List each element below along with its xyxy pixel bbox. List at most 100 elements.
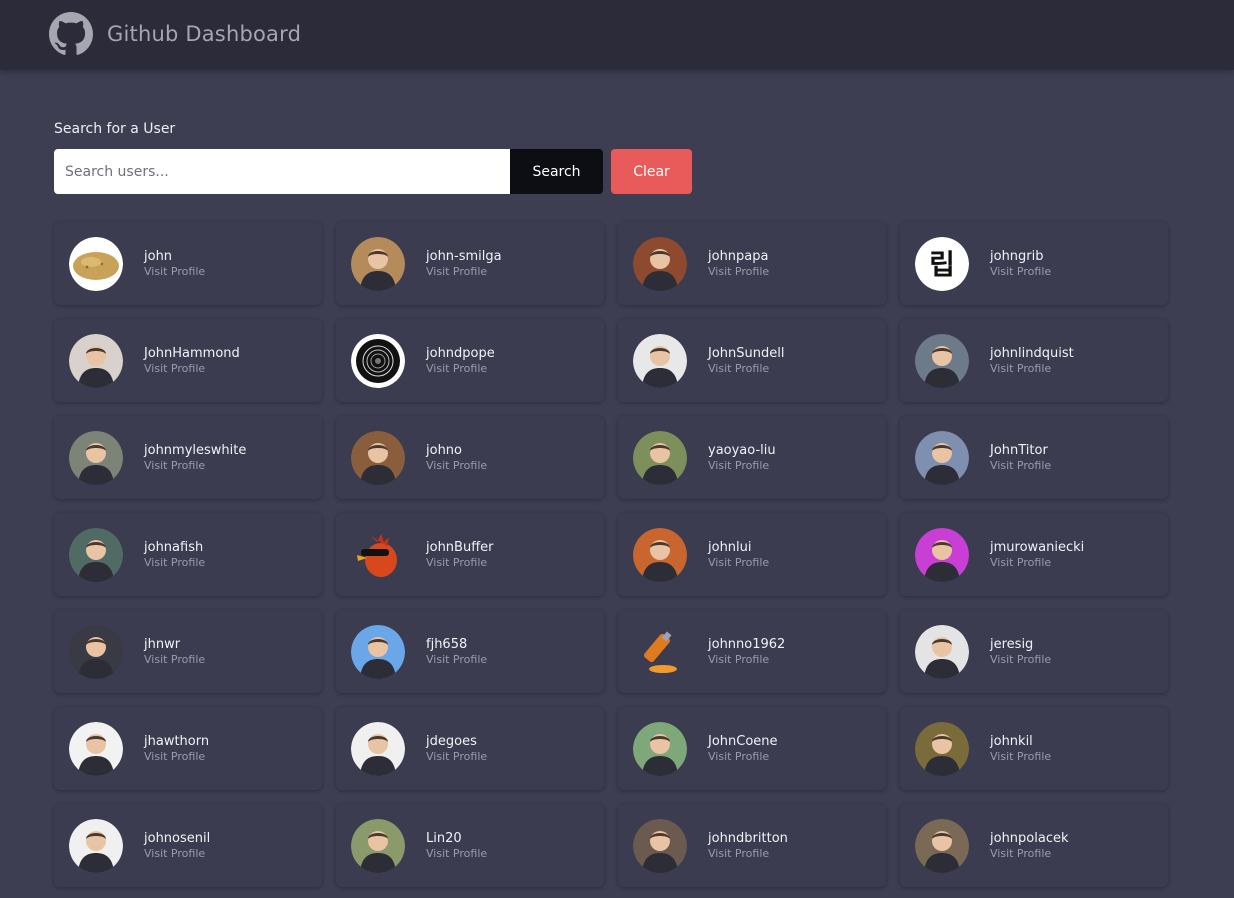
user-card: johnpapa Visit Profile bbox=[618, 222, 886, 305]
user-card: john Visit Profile bbox=[54, 222, 322, 305]
user-login: johngrib bbox=[990, 248, 1044, 264]
user-card: jhnwr Visit Profile bbox=[54, 610, 322, 693]
visit-profile-link[interactable]: Visit Profile bbox=[708, 847, 788, 861]
user-avatar bbox=[351, 333, 405, 388]
user-login: johndpope bbox=[426, 345, 495, 361]
visit-profile-link[interactable]: Visit Profile bbox=[144, 653, 205, 667]
user-card-text: Lin20 Visit Profile bbox=[426, 831, 487, 861]
user-card-text: JohnTitor Visit Profile bbox=[990, 443, 1051, 473]
visit-profile-link[interactable]: Visit Profile bbox=[990, 362, 1074, 376]
user-card: Lin20 Visit Profile bbox=[336, 804, 604, 887]
user-avatar bbox=[633, 818, 687, 873]
user-avatar bbox=[351, 236, 405, 291]
user-card: johndbritton Visit Profile bbox=[618, 804, 886, 887]
user-card: jdegoes Visit Profile bbox=[336, 707, 604, 790]
visit-profile-link[interactable]: Visit Profile bbox=[426, 750, 487, 764]
visit-profile-link[interactable]: Visit Profile bbox=[990, 847, 1069, 861]
user-card-text: yaoyao-liu Visit Profile bbox=[708, 443, 776, 473]
visit-profile-link[interactable]: Visit Profile bbox=[144, 847, 210, 861]
visit-profile-link[interactable]: Visit Profile bbox=[708, 653, 785, 667]
user-card: johnBuffer Visit Profile bbox=[336, 513, 604, 596]
user-card-text: johnkil Visit Profile bbox=[990, 734, 1051, 764]
user-avatar bbox=[633, 721, 687, 776]
user-avatar bbox=[351, 527, 405, 582]
user-card: 립 johngrib Visit Profile bbox=[900, 222, 1168, 305]
visit-profile-link[interactable]: Visit Profile bbox=[990, 653, 1051, 667]
user-card-text: johnosenil Visit Profile bbox=[144, 831, 210, 861]
clear-button[interactable]: Clear bbox=[611, 149, 692, 194]
visit-profile-link[interactable]: Visit Profile bbox=[990, 459, 1051, 473]
user-card: johnno1962 Visit Profile bbox=[618, 610, 886, 693]
app-title[interactable]: Github Dashboard bbox=[107, 21, 301, 47]
user-card-text: johnpolacek Visit Profile bbox=[990, 831, 1069, 861]
visit-profile-link[interactable]: Visit Profile bbox=[708, 362, 784, 376]
user-card-text: JohnHammond Visit Profile bbox=[144, 346, 240, 376]
visit-profile-link[interactable]: Visit Profile bbox=[144, 265, 205, 279]
user-card-text: john-smilga Visit Profile bbox=[426, 249, 502, 279]
user-avatar bbox=[69, 818, 123, 873]
user-login: johnafish bbox=[144, 539, 204, 555]
visit-profile-link[interactable]: Visit Profile bbox=[426, 847, 487, 861]
visit-profile-link[interactable]: Visit Profile bbox=[990, 750, 1051, 764]
user-avatar bbox=[351, 624, 405, 679]
user-card-text: johnafish Visit Profile bbox=[144, 540, 205, 570]
visit-profile-link[interactable]: Visit Profile bbox=[708, 556, 769, 570]
user-card-text: johndbritton Visit Profile bbox=[708, 831, 788, 861]
visit-profile-link[interactable]: Visit Profile bbox=[426, 556, 494, 570]
navbar: Github Dashboard bbox=[0, 0, 1234, 70]
user-avatar bbox=[915, 333, 969, 388]
github-logo-icon[interactable] bbox=[49, 12, 93, 56]
visit-profile-link[interactable]: Visit Profile bbox=[144, 362, 240, 376]
visit-profile-link[interactable]: Visit Profile bbox=[426, 362, 495, 376]
search-input[interactable] bbox=[54, 149, 514, 194]
user-avatar bbox=[633, 333, 687, 388]
user-avatar bbox=[69, 430, 123, 485]
user-login: johnpolacek bbox=[990, 830, 1069, 846]
visit-profile-link[interactable]: Visit Profile bbox=[426, 459, 487, 473]
user-card-text: jhawthorn Visit Profile bbox=[144, 734, 209, 764]
user-card-text: jmurowaniecki Visit Profile bbox=[990, 540, 1084, 570]
user-card-text: johnlui Visit Profile bbox=[708, 540, 769, 570]
user-card: johnosenil Visit Profile bbox=[54, 804, 322, 887]
user-card: JohnTitor Visit Profile bbox=[900, 416, 1168, 499]
user-login: fjh658 bbox=[426, 636, 468, 652]
user-login: jhawthorn bbox=[144, 733, 210, 749]
visit-profile-link[interactable]: Visit Profile bbox=[990, 265, 1051, 279]
user-avatar bbox=[633, 430, 687, 485]
user-avatar bbox=[69, 721, 123, 776]
search-button[interactable]: Search bbox=[510, 149, 603, 194]
user-card-text: jeresig Visit Profile bbox=[990, 637, 1051, 667]
user-card-text: JohnCoene Visit Profile bbox=[708, 734, 778, 764]
visit-profile-link[interactable]: Visit Profile bbox=[426, 653, 487, 667]
user-card-text: johnno1962 Visit Profile bbox=[708, 637, 785, 667]
user-login: johnkil bbox=[990, 733, 1033, 749]
visit-profile-link[interactable]: Visit Profile bbox=[708, 459, 776, 473]
visit-profile-link[interactable]: Visit Profile bbox=[144, 750, 209, 764]
user-login: JohnHammond bbox=[144, 345, 240, 361]
user-card: johnkil Visit Profile bbox=[900, 707, 1168, 790]
user-card-text: jhnwr Visit Profile bbox=[144, 637, 205, 667]
user-card-text: JohnSundell Visit Profile bbox=[708, 346, 784, 376]
user-avatar bbox=[351, 721, 405, 776]
user-login: johnlui bbox=[708, 539, 752, 555]
user-avatar bbox=[915, 624, 969, 679]
visit-profile-link[interactable]: Visit Profile bbox=[426, 265, 502, 279]
user-avatar bbox=[69, 624, 123, 679]
user-card-text: johno Visit Profile bbox=[426, 443, 487, 473]
visit-profile-link[interactable]: Visit Profile bbox=[708, 750, 778, 764]
user-login: jeresig bbox=[990, 636, 1034, 652]
user-card: jmurowaniecki Visit Profile bbox=[900, 513, 1168, 596]
user-avatar bbox=[633, 624, 687, 679]
user-card: jeresig Visit Profile bbox=[900, 610, 1168, 693]
user-login: johnosenil bbox=[144, 830, 211, 846]
user-card-text: johngrib Visit Profile bbox=[990, 249, 1051, 279]
user-avatar: 립 bbox=[915, 236, 969, 291]
user-card: johnafish Visit Profile bbox=[54, 513, 322, 596]
user-avatar bbox=[69, 333, 123, 388]
visit-profile-link[interactable]: Visit Profile bbox=[990, 556, 1084, 570]
user-card-text: johnBuffer Visit Profile bbox=[426, 540, 494, 570]
user-grid: john Visit Profile john-smilga Visit Profil… bbox=[54, 222, 1168, 887]
visit-profile-link[interactable]: Visit Profile bbox=[144, 556, 205, 570]
visit-profile-link[interactable]: Visit Profile bbox=[144, 459, 246, 473]
visit-profile-link[interactable]: Visit Profile bbox=[708, 265, 769, 279]
